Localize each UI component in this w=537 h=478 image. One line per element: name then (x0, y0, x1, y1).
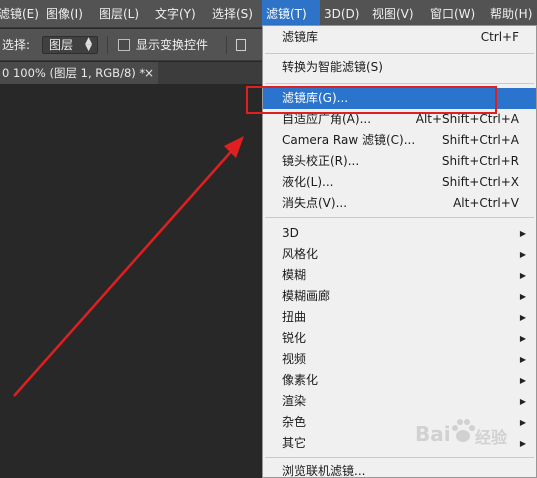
menu-item-label: Camera Raw 滤镜(C)... (282, 133, 416, 147)
menu-item-label: 3D (282, 226, 299, 240)
submenu-arrow-icon: ▶ (519, 439, 526, 448)
submenu-arrow-icon: ▶ (519, 313, 526, 322)
filter-menu-item-video[interactable]: 视频 ▶ (263, 349, 536, 370)
menu-bar: 滤镜(E) 图像(I) 图层(L) 文字(Y) 选择(S) 滤镜(T) 3D(D… (0, 0, 537, 28)
annotation-highlight-box (246, 86, 497, 114)
submenu-arrow-icon: ▶ (519, 292, 526, 301)
submenu-arrow-icon: ▶ (519, 229, 526, 238)
submenu-arrow-icon: ▶ (519, 250, 526, 259)
menu-select[interactable]: 选择(S) (208, 0, 257, 28)
filter-menu-item-pixelate[interactable]: 像素化 ▶ (263, 370, 536, 391)
select-dropdown[interactable]: 图层 ▲ ▼ (42, 36, 98, 54)
menu-item-shortcut: Shift+Ctrl+A (442, 133, 519, 147)
filter-menu-item-convert-smart[interactable]: 转换为智能滤镜(S) (263, 57, 536, 78)
filter-menu-item-distort[interactable]: 扭曲 ▶ (263, 307, 536, 328)
submenu-arrow-icon: ▶ (519, 334, 526, 343)
select-value: 图层 (49, 38, 74, 52)
menu-item-label: 液化(L)... (282, 175, 334, 189)
close-icon[interactable]: × (144, 62, 154, 84)
menu-item-label: 锐化 (282, 331, 307, 345)
paw-icon (452, 419, 475, 442)
submenu-arrow-icon: ▶ (519, 397, 526, 406)
filter-menu-item-vanishing-point[interactable]: 消失点(V)... Alt+Ctrl+V (263, 193, 536, 214)
filter-menu-item-lens-correction[interactable]: 镜头校正(R)... Shift+Ctrl+R (263, 151, 536, 172)
filter-menu-item-browse-online[interactable]: 浏览联机滤镜... (263, 461, 536, 478)
menu-window[interactable]: 窗口(W) (426, 0, 479, 28)
document-tab[interactable]: 0 100% (图层 1, RGB/8) * (0, 62, 158, 84)
menu-item-shortcut: Alt+Ctrl+V (453, 196, 519, 210)
filter-menu-item-sharpen[interactable]: 锐化 ▶ (263, 328, 536, 349)
filter-menu-item-liquify[interactable]: 液化(L)... Shift+Ctrl+X (263, 172, 536, 193)
menu-item-label: 视频 (282, 352, 307, 366)
submenu-arrow-icon: ▶ (519, 271, 526, 280)
baidu-watermark-logo: Bai 经验 (415, 418, 515, 458)
menu-item-shortcut: Shift+Ctrl+R (441, 154, 519, 168)
menu-item-label: 扭曲 (282, 310, 307, 324)
filter-menu-item-stylize[interactable]: 风格化 ▶ (263, 244, 536, 265)
submenu-arrow-icon: ▶ (519, 376, 526, 385)
filter-menu-item-last-filter[interactable]: 滤镜库 Ctrl+F (263, 27, 536, 48)
filter-menu-item-render[interactable]: 渲染 ▶ (263, 391, 536, 412)
menu-item-label: 像素化 (282, 373, 319, 387)
menu-item-label: 浏览联机滤镜... (282, 464, 366, 478)
submenu-arrow-icon: ▶ (519, 418, 526, 427)
menu-item-label: 模糊 (282, 268, 307, 282)
menu-item-label: 镜头校正(R)... (282, 154, 360, 168)
watermark-text: 经验 (475, 428, 508, 447)
select-label: 选择: (2, 38, 31, 52)
submenu-arrow-icon: ▶ (519, 355, 526, 364)
menu-type[interactable]: 文字(Y) (151, 0, 200, 28)
show-transform-label: 显示变换控件 (136, 38, 209, 52)
menu-image[interactable]: 图像(I) (42, 0, 87, 28)
menu-item-label: 模糊画廊 (282, 289, 331, 303)
align-icon[interactable] (236, 39, 246, 51)
menu-item-shortcut: Shift+Ctrl+X (442, 175, 519, 189)
menu-layer[interactable]: 图层(L) (95, 0, 143, 28)
menu-separator (265, 83, 534, 84)
filter-menu-item-blur[interactable]: 模糊 ▶ (263, 265, 536, 286)
document-title: 0 100% (图层 1, RGB/8) * (2, 66, 146, 80)
menu-item-label: 杂色 (282, 415, 307, 429)
filter-menu-item-camera-raw[interactable]: Camera Raw 滤镜(C)... Shift+Ctrl+A (263, 130, 536, 151)
menu-item-label: 滤镜库 (282, 30, 319, 44)
menu-separator (265, 53, 534, 54)
menu-3d[interactable]: 3D(D) (320, 0, 363, 28)
menu-view[interactable]: 视图(V) (368, 0, 418, 28)
filter-menu-item-blur-gallery[interactable]: 模糊画廊 ▶ (263, 286, 536, 307)
menu-filter[interactable]: 滤镜(T) (262, 0, 320, 28)
menu-separator (265, 217, 534, 218)
menu-item-label: 风格化 (282, 247, 319, 261)
menu-item-label: 其它 (282, 436, 307, 450)
menu-item-label: 消失点(V)... (282, 196, 348, 210)
filter-menu-item-3d[interactable]: 3D ▶ (263, 223, 536, 244)
menu-item-shortcut: Ctrl+F (480, 30, 519, 44)
show-transform-checkbox[interactable] (118, 39, 130, 51)
updown-arrow-icon: ▲ ▼ (85, 36, 92, 53)
menu-filter-partial[interactable]: 滤镜(E) (0, 0, 43, 28)
watermark-text: Bai (415, 422, 451, 446)
menu-help[interactable]: 帮助(H) (486, 0, 536, 28)
divider (226, 36, 227, 54)
menu-item-label: 转换为智能滤镜(S) (282, 60, 383, 74)
menu-item-label: 渲染 (282, 394, 307, 408)
divider (107, 36, 108, 54)
